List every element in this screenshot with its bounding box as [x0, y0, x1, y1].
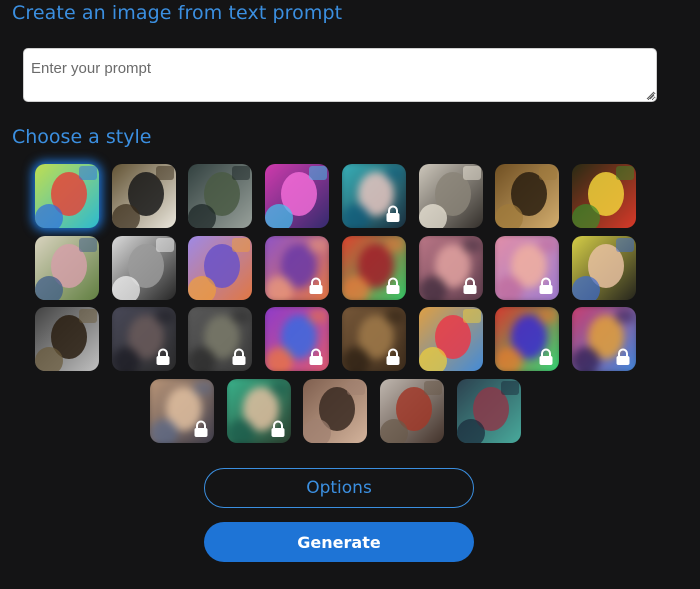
style-tile-abstract-paint[interactable] [35, 164, 99, 228]
lock-icon [616, 348, 630, 365]
style-tile-modern-house[interactable] [35, 307, 99, 371]
style-thumbnail [35, 307, 99, 371]
style-tile-landscape[interactable] [188, 164, 252, 228]
style-thumbnail [303, 379, 367, 443]
style-tile-pirate[interactable] [380, 379, 444, 443]
style-tile-woman-soft[interactable] [419, 236, 483, 300]
style-tile-woman-portrait[interactable] [342, 164, 406, 228]
style-tile-coffee-sketch[interactable] [112, 236, 176, 300]
lock-icon [539, 348, 553, 365]
style-thumbnail [457, 379, 521, 443]
style-tile-icons-grid[interactable] [419, 307, 483, 371]
style-thumbnail [265, 164, 329, 228]
options-button[interactable]: Options [204, 468, 474, 508]
style-thumbnail [35, 164, 99, 228]
style-thumbnail [419, 164, 483, 228]
style-thumbnail [188, 236, 252, 300]
style-tile-isometric[interactable] [188, 236, 252, 300]
style-tile-vintage-engraving[interactable] [419, 164, 483, 228]
style-tile-mona-lisa[interactable] [495, 164, 559, 228]
style-tile-neon-face[interactable] [342, 236, 406, 300]
lock-icon [386, 277, 400, 294]
style-tile-pop-art[interactable] [572, 236, 636, 300]
style-tile-robot[interactable] [265, 164, 329, 228]
style-tile-fox[interactable] [265, 236, 329, 300]
style-tile-blur-3[interactable] [265, 307, 329, 371]
lock-icon [386, 205, 400, 222]
style-tile-blur-4[interactable] [342, 307, 406, 371]
style-tile-ballet[interactable] [35, 236, 99, 300]
style-thumbnail [419, 307, 483, 371]
style-tile-flowers[interactable] [572, 164, 636, 228]
style-tile-blur-2[interactable] [188, 307, 252, 371]
generate-button[interactable]: Generate [204, 522, 474, 562]
style-thumbnail [572, 164, 636, 228]
lock-icon [463, 277, 477, 294]
lock-icon [194, 420, 208, 437]
lock-icon [539, 277, 553, 294]
style-tile-teal-portrait[interactable] [227, 379, 291, 443]
style-thumbnail [188, 164, 252, 228]
style-tile-renaissance-woman[interactable] [303, 379, 367, 443]
style-thumbnail [380, 379, 444, 443]
style-thumbnail [112, 236, 176, 300]
lock-icon [232, 348, 246, 365]
style-tile-green-red-abstract[interactable] [495, 307, 559, 371]
style-tile-green-man[interactable] [457, 379, 521, 443]
style-thumbnail [112, 164, 176, 228]
style-thumbnail [495, 164, 559, 228]
lock-icon [309, 348, 323, 365]
lock-icon [271, 420, 285, 437]
style-tile-pastel-abstract[interactable] [495, 236, 559, 300]
style-tile-panda[interactable] [112, 164, 176, 228]
style-tile-blur-1[interactable] [112, 307, 176, 371]
style-tile-warrior-woman[interactable] [150, 379, 214, 443]
style-thumbnail [35, 236, 99, 300]
lock-icon [156, 348, 170, 365]
style-thumbnail [572, 236, 636, 300]
lock-icon [309, 277, 323, 294]
style-tile-colorful-face[interactable] [572, 307, 636, 371]
lock-icon [386, 348, 400, 365]
